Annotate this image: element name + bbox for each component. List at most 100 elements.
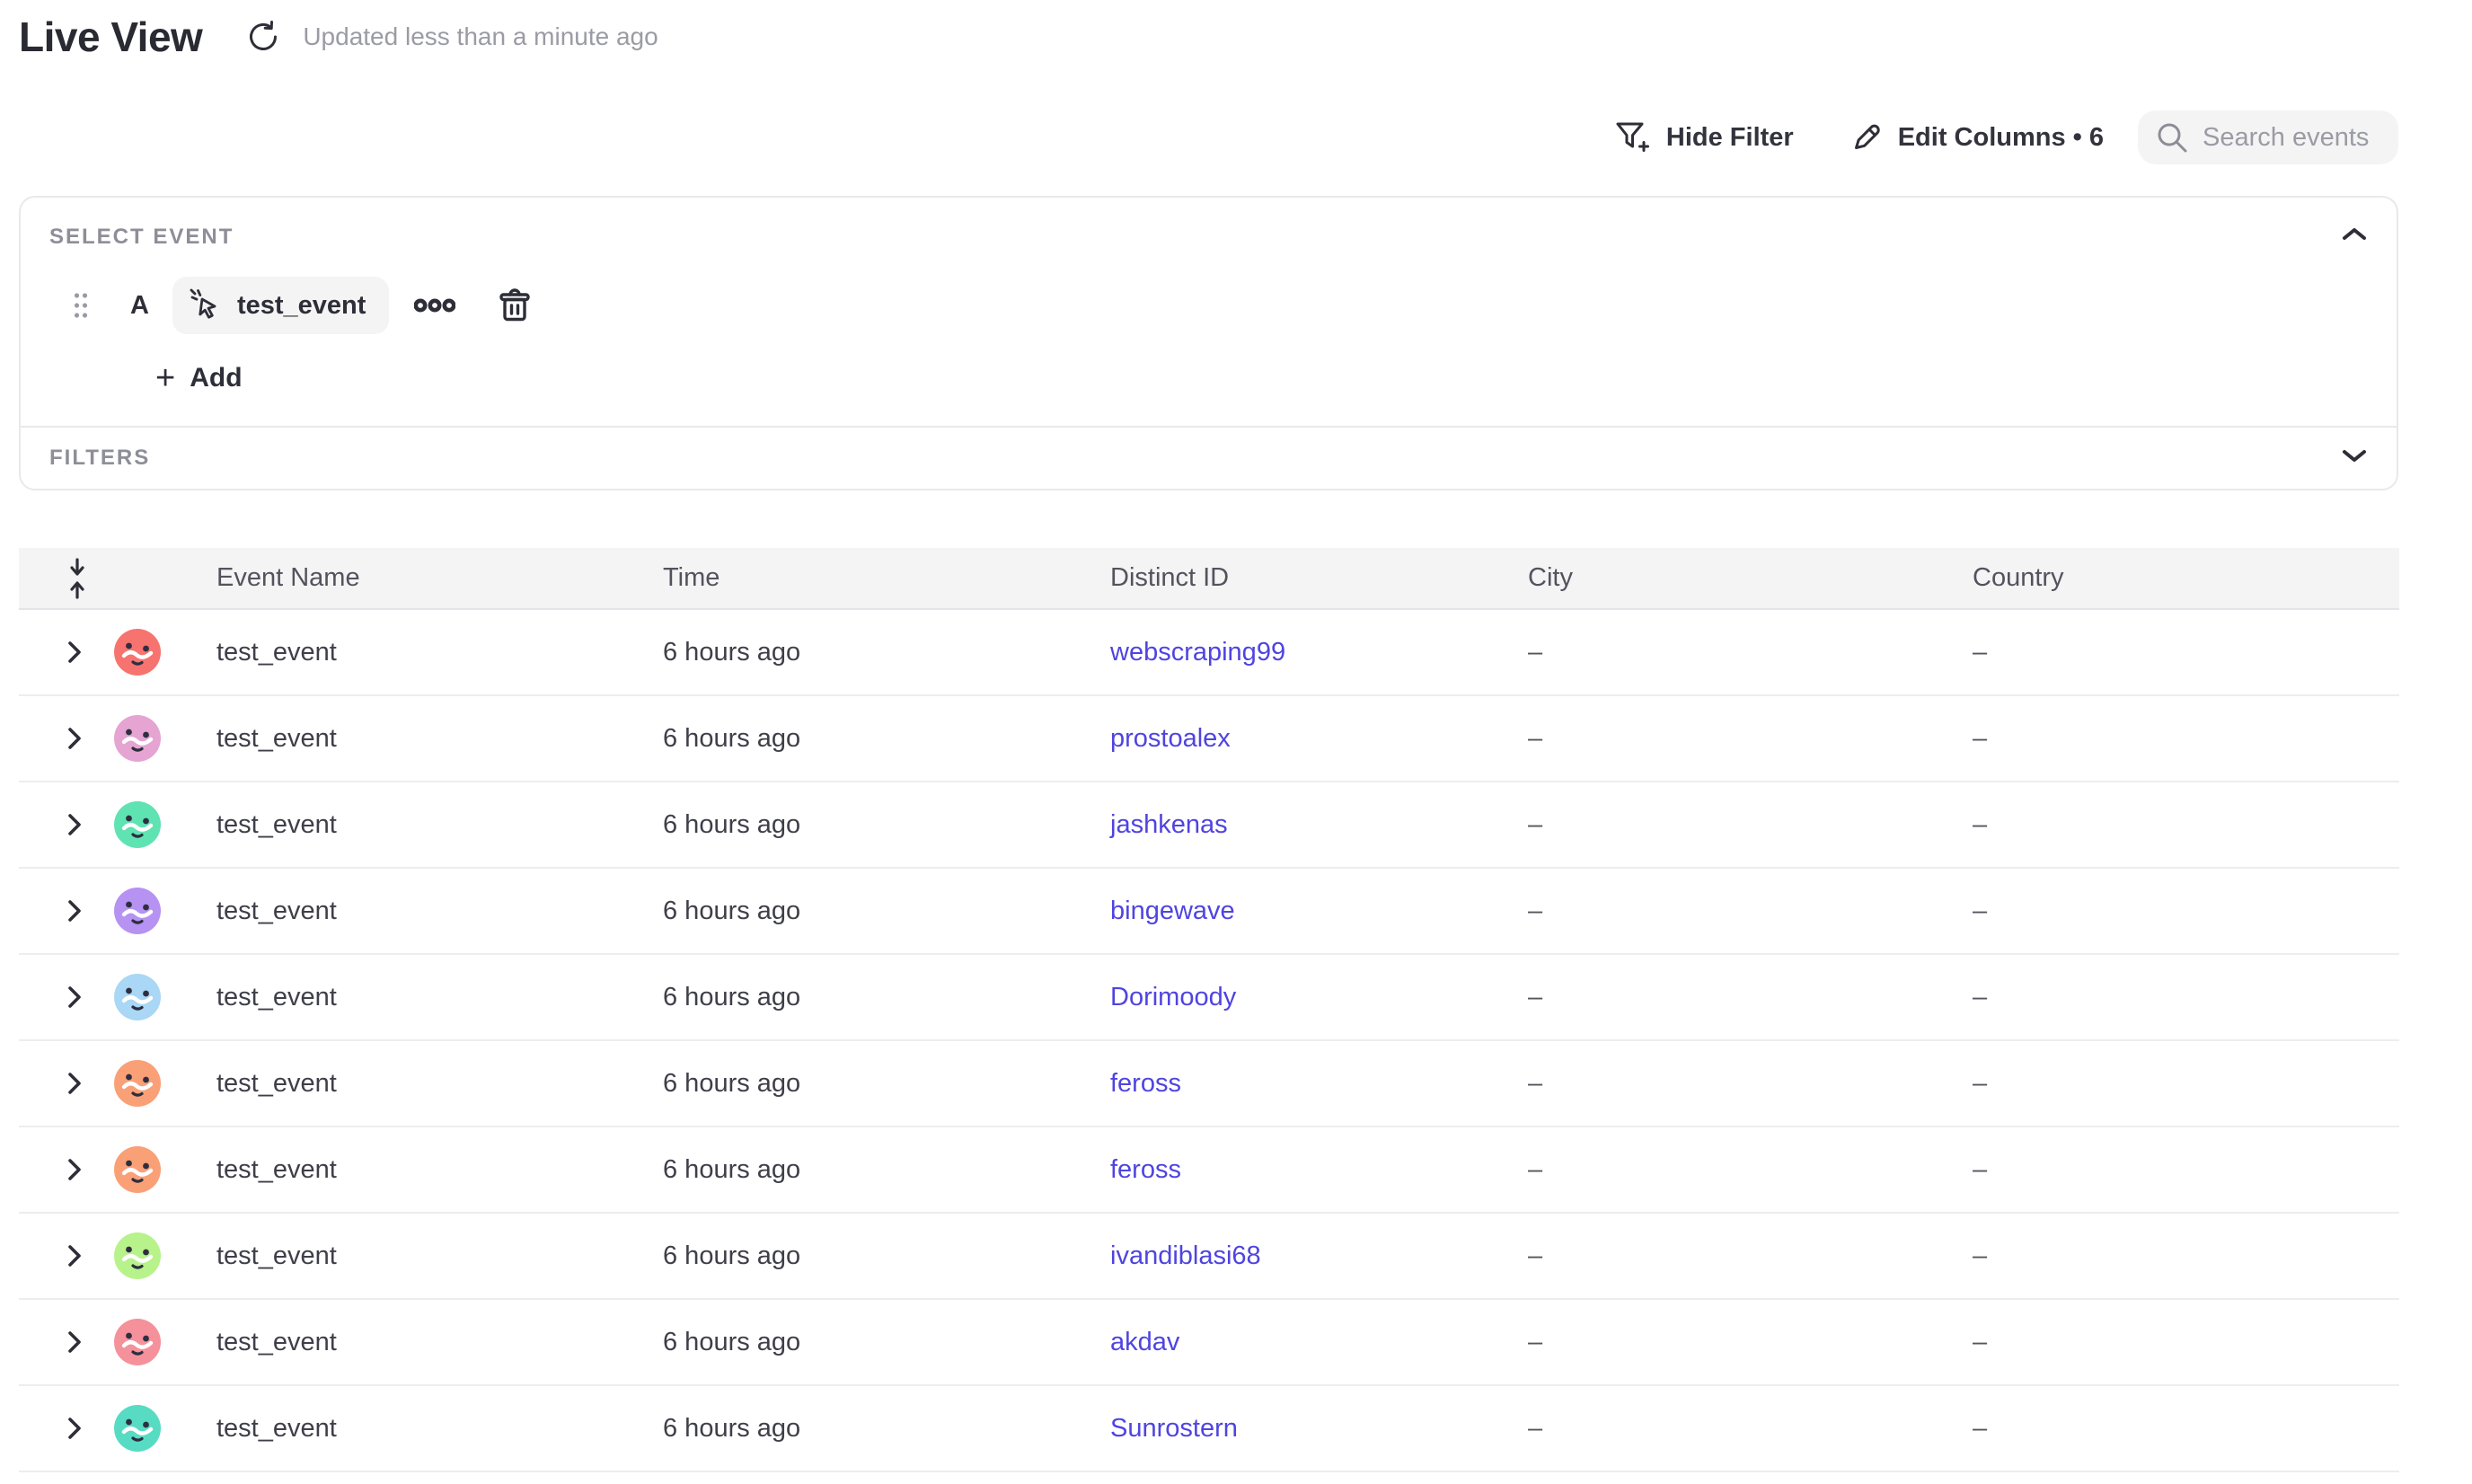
query-builder-panel: SELECT EVENT A (19, 196, 2398, 490)
country-cell: – (1973, 1241, 2399, 1271)
avatar (114, 888, 161, 934)
city-cell: – (1528, 810, 1973, 840)
table-row[interactable]: test_event 6 hours ago jashkenas – – (19, 782, 2399, 869)
row-expand-chevron-icon[interactable] (66, 1329, 84, 1355)
edit-columns-button[interactable]: Edit Columns • 6 (1850, 120, 2104, 155)
avatar (114, 1405, 161, 1452)
page-header: Live View Updated less than a minute ago (19, 13, 658, 61)
city-cell: – (1528, 1414, 1973, 1444)
table-row[interactable]: test_event 6 hours ago bingewave – – (19, 869, 2399, 955)
table-row[interactable]: test_event 6 hours ago Sunrostern – – (19, 1386, 2399, 1472)
search-box (2138, 110, 2398, 164)
add-button-label: Add (190, 363, 242, 393)
delete-event-button[interactable] (499, 287, 531, 323)
filter-plus-icon (1614, 119, 1652, 156)
distinct-id-link[interactable]: feross (1110, 1155, 1181, 1184)
column-header-event-name: Event Name (216, 563, 663, 593)
search-icon (2154, 119, 2190, 155)
country-cell: – (1973, 638, 2399, 667)
cursor-click-icon (189, 287, 225, 323)
event-name-cell: test_event (216, 1241, 663, 1271)
table-row[interactable]: test_event 6 hours ago feross – – (19, 1127, 2399, 1214)
country-cell: – (1973, 1155, 2399, 1185)
table-row[interactable]: test_event 6 hours ago ivandiblasi68 – – (19, 1214, 2399, 1300)
city-cell: – (1528, 983, 1973, 1012)
distinct-id-link[interactable]: bingewave (1110, 897, 1235, 925)
filters-label: FILTERS (49, 446, 150, 471)
row-expand-chevron-icon[interactable] (66, 812, 84, 837)
row-expand-chevron-icon[interactable] (66, 1157, 84, 1182)
table-row[interactable]: test_event 6 hours ago webscraping99 – – (19, 610, 2399, 696)
hide-filter-button[interactable]: Hide Filter (1614, 119, 1794, 156)
time-cell: 6 hours ago (663, 1241, 1110, 1271)
select-event-section: SELECT EVENT A (21, 198, 2397, 426)
row-expand-chevron-icon[interactable] (66, 985, 84, 1010)
column-header-distinct-id: Distinct ID (1110, 563, 1528, 593)
distinct-id-link[interactable]: Sunrostern (1110, 1414, 1238, 1443)
add-event-button[interactable]: + Add (155, 363, 243, 393)
country-cell: – (1973, 1414, 2399, 1444)
time-cell: 6 hours ago (663, 1155, 1110, 1185)
table-row[interactable]: test_event 6 hours ago feross – – (19, 1041, 2399, 1127)
distinct-id-link[interactable]: ivandiblasi68 (1110, 1241, 1261, 1270)
event-name-cell: test_event (216, 810, 663, 840)
updated-status-text: Updated less than a minute ago (303, 22, 658, 51)
event-name-cell: test_event (216, 638, 663, 667)
event-query-row: A test_event (49, 277, 2368, 334)
trash-icon (499, 287, 531, 323)
time-cell: 6 hours ago (663, 638, 1110, 667)
country-cell: – (1973, 724, 2399, 754)
add-row: + Add (49, 363, 2368, 393)
event-name-cell: test_event (216, 724, 663, 754)
avatar (114, 629, 161, 676)
expand-filters-button[interactable] (2341, 447, 2368, 464)
row-expand-chevron-icon[interactable] (66, 1071, 84, 1096)
avatar (114, 1232, 161, 1279)
events-table: Event Name Time Distinct ID City Country (19, 548, 2399, 1472)
distinct-id-link[interactable]: Dorimoody (1110, 983, 1236, 1011)
country-cell: – (1973, 810, 2399, 840)
city-cell: – (1528, 1328, 1973, 1357)
time-cell: 6 hours ago (663, 897, 1110, 926)
event-name-cell: test_event (216, 1155, 663, 1185)
table-row[interactable]: test_event 6 hours ago Dorimoody – – (19, 955, 2399, 1041)
row-expand-chevron-icon[interactable] (66, 726, 84, 751)
table-row[interactable]: test_event 6 hours ago akdav – – (19, 1300, 2399, 1386)
distinct-id-link[interactable]: webscraping99 (1110, 638, 1285, 667)
collapse-section-button[interactable] (2341, 226, 2368, 243)
city-cell: – (1528, 1069, 1973, 1099)
row-expand-chevron-icon[interactable] (66, 1416, 84, 1441)
refresh-icon (246, 20, 280, 54)
filters-section[interactable]: FILTERS (21, 426, 2397, 489)
row-expand-chevron-icon[interactable] (66, 1243, 84, 1268)
search-input[interactable] (2203, 123, 2382, 153)
chevron-down-icon (2341, 447, 2368, 464)
table-row[interactable]: test_event 6 hours ago prostoalex – – (19, 696, 2399, 782)
event-name-cell: test_event (216, 1328, 663, 1357)
time-cell: 6 hours ago (663, 1069, 1110, 1099)
column-header-time: Time (663, 563, 1110, 593)
country-cell: – (1973, 1328, 2399, 1357)
distinct-id-link[interactable]: feross (1110, 1069, 1181, 1098)
refresh-button[interactable] (243, 17, 283, 57)
city-cell: – (1528, 724, 1973, 754)
time-cell: 6 hours ago (663, 1414, 1110, 1444)
distinct-id-link[interactable]: prostoalex (1110, 724, 1231, 753)
distinct-id-link[interactable]: jashkenas (1110, 810, 1228, 839)
country-cell: – (1973, 1069, 2399, 1099)
more-options-button[interactable] (414, 296, 455, 315)
collapse-rows-button[interactable] (66, 557, 89, 600)
drag-handle[interactable] (73, 291, 89, 320)
column-header-country: Country (1973, 563, 2399, 593)
city-cell: – (1528, 897, 1973, 926)
row-expand-chevron-icon[interactable] (66, 640, 84, 665)
distinct-id-link[interactable]: akdav (1110, 1328, 1179, 1356)
avatar (114, 1146, 161, 1193)
row-expand-chevron-icon[interactable] (66, 898, 84, 923)
event-select-chip[interactable]: test_event (172, 277, 389, 334)
country-cell: – (1973, 983, 2399, 1012)
page-title: Live View (19, 13, 202, 61)
series-letter: A (130, 291, 149, 321)
city-cell: – (1528, 1155, 1973, 1185)
event-name-cell: test_event (216, 1414, 663, 1444)
